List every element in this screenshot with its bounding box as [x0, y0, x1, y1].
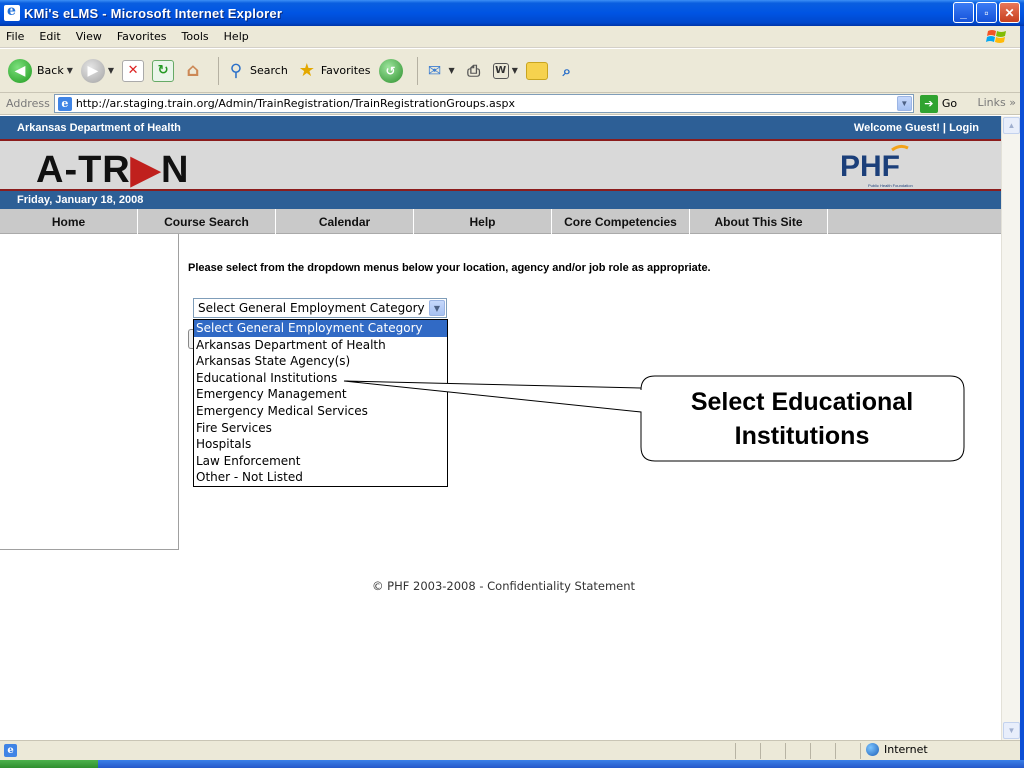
favorites-button[interactable]: ★ Favorites [296, 60, 371, 82]
status-pane-divider [810, 743, 811, 759]
edit-dropdown-icon[interactable]: ▼ [512, 66, 518, 75]
menu-bar: File Edit View Favorites Tools Help [0, 26, 1024, 48]
back-dropdown-icon[interactable]: ▼ [67, 66, 73, 75]
menu-file[interactable]: File [6, 30, 24, 43]
history-button[interactable]: ↺ [378, 58, 403, 83]
taskbar [0, 760, 1024, 768]
mail-dropdown-icon[interactable]: ▼ [449, 66, 455, 75]
mail-icon: ✉ [427, 61, 442, 80]
zone-label: Internet [884, 743, 928, 756]
mail-button[interactable]: ✉ ▼ [424, 60, 455, 82]
back-arrow-icon: ◀ [8, 58, 32, 83]
status-pane-divider [760, 743, 761, 759]
address-input[interactable]: e http://ar.staging.train.org/Admin/Trai… [53, 94, 914, 113]
toolbar-separator [416, 56, 418, 85]
folder-button[interactable] [525, 61, 548, 80]
home-button[interactable]: ⌂ [182, 60, 204, 82]
links-label: Links [977, 96, 1006, 109]
research-icon: ⌕ [562, 61, 572, 80]
folder-icon [525, 61, 548, 80]
maximize-button[interactable]: ▫ [976, 2, 997, 23]
security-zone[interactable]: Internet [866, 743, 928, 756]
search-label: Search [250, 64, 288, 77]
search-button[interactable]: ⚲ Search [225, 60, 288, 82]
refresh-icon: ↻ [152, 59, 175, 82]
page-viewport: Arkansas Department of Health Welcome Gu… [0, 116, 1001, 740]
start-button[interactable] [0, 760, 98, 768]
forward-arrow-icon: ▶ [80, 58, 105, 83]
links-button[interactable]: Links » [978, 96, 1017, 109]
browser-toolbar: ◀ Back ▼ ▶ ▼ ✕ ↻ ⌂ ⚲ Search ★ Favorites … [0, 49, 1024, 93]
go-label: Go [941, 97, 958, 110]
windows-logo-icon [986, 30, 1006, 43]
callout-line-1: Select Educational [690, 388, 914, 416]
stop-icon: ✕ [122, 59, 145, 82]
window-border [1020, 26, 1024, 768]
search-icon: ⚲ [229, 60, 243, 81]
status-pane-divider [735, 743, 736, 759]
page-icon: e [57, 96, 72, 111]
word-edit-icon: W [492, 62, 509, 79]
print-button[interactable]: ⎙ [463, 60, 485, 82]
status-pane-divider [860, 743, 861, 759]
back-label: Back [37, 64, 64, 77]
minimize-button[interactable]: _ [953, 2, 974, 23]
internet-globe-icon [866, 743, 879, 756]
back-button[interactable]: ◀ Back ▼ [8, 58, 73, 83]
callout-annotation: Select Educational Institutions [641, 385, 963, 453]
research-button[interactable]: ⌕ [556, 60, 578, 82]
address-bar: Address e http://ar.staging.train.org/Ad… [0, 93, 1024, 115]
print-icon: ⎙ [467, 60, 481, 80]
window-title: KMi's eLMS - Microsoft Internet Explorer [24, 5, 283, 21]
menu-edit[interactable]: Edit [39, 30, 60, 43]
status-pane-divider [785, 743, 786, 759]
forward-button[interactable]: ▶ ▼ [80, 58, 114, 83]
menu-help[interactable]: Help [224, 30, 249, 43]
status-pane-divider [835, 743, 836, 759]
favorites-label: Favorites [320, 64, 371, 77]
favorites-star-icon: ★ [298, 60, 315, 81]
callout-line-2: Institutions [734, 422, 870, 450]
status-bar: e Internet [0, 740, 1020, 760]
window-title-bar[interactable]: KMi's eLMS - Microsoft Internet Explorer… [0, 0, 1024, 26]
go-arrow-icon: ➔ [919, 94, 938, 113]
refresh-button[interactable]: ↻ [152, 59, 175, 82]
vertical-scrollbar[interactable]: ▲ ▼ [1001, 116, 1020, 740]
toolbar-separator [218, 56, 220, 85]
home-icon: ⌂ [186, 60, 200, 81]
go-button[interactable]: ➔ Go [919, 94, 958, 113]
forward-dropdown-icon[interactable]: ▼ [108, 66, 114, 75]
status-page-icon: e [4, 744, 17, 757]
menu-view[interactable]: View [76, 30, 102, 43]
stop-button[interactable]: ✕ [122, 59, 145, 82]
close-button[interactable]: ✕ [999, 2, 1020, 23]
scroll-down-icon[interactable]: ▼ [1003, 722, 1020, 739]
menu-favorites[interactable]: Favorites [117, 30, 167, 43]
history-icon: ↺ [378, 58, 403, 83]
menu-tools[interactable]: Tools [182, 30, 209, 43]
scroll-up-icon[interactable]: ▲ [1003, 117, 1020, 134]
window-controls: _ ▫ ✕ [953, 2, 1020, 23]
address-label: Address [6, 97, 50, 110]
ie-app-icon [4, 3, 20, 21]
edit-button[interactable]: W ▼ [492, 62, 518, 79]
address-dropdown-icon[interactable]: ▼ [896, 96, 912, 111]
address-url[interactable]: http://ar.staging.train.org/Admin/TrainR… [76, 97, 515, 110]
